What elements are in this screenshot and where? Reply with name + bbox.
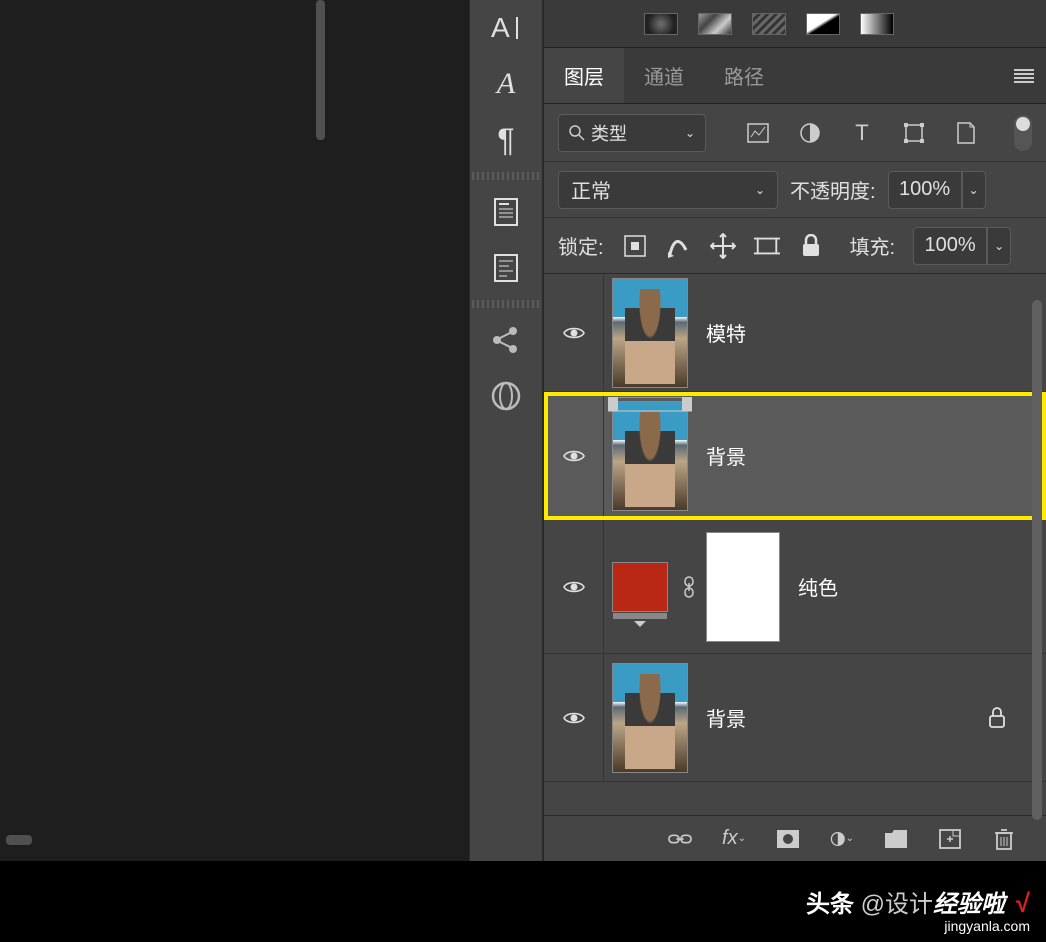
layers-scrollbar[interactable] (1032, 300, 1042, 820)
verified-icon: √ (1016, 888, 1030, 918)
lock-artboard-icon[interactable] (754, 233, 780, 259)
character-icon: A (491, 13, 521, 43)
layers-list: 模特 背景 纯色 (544, 274, 1046, 815)
character-tool[interactable]: A (470, 0, 542, 56)
group-layers-icon[interactable] (884, 827, 908, 851)
properties-icon (493, 253, 519, 283)
filter-smart-icon[interactable] (954, 121, 978, 145)
gradient-linear[interactable] (860, 13, 894, 35)
gradient-radial[interactable] (644, 13, 678, 35)
notes-tool[interactable] (470, 184, 542, 240)
layers-footer-bar: fx⌄ ⌄ (544, 815, 1046, 861)
search-icon (569, 125, 585, 141)
fill-dropdown-arrow[interactable]: ⌄ (987, 227, 1011, 265)
filter-pixel-icon[interactable] (746, 121, 770, 145)
gradient-presets (544, 0, 1046, 48)
layer-item[interactable]: 背景 (544, 654, 1046, 782)
paragraph-tool[interactable]: ¶ (470, 112, 542, 168)
filter-type-dropdown[interactable]: 类型 ⌄ (558, 114, 706, 152)
glyph-tool[interactable]: A (470, 56, 542, 112)
gradient-reflected[interactable] (752, 13, 786, 35)
pilcrow-icon: ¶ (497, 122, 514, 159)
blend-mode-value: 正常 (571, 175, 611, 204)
layer-name: 模特 (706, 318, 746, 347)
new-layer-icon[interactable] (938, 827, 962, 851)
layer-effects-icon[interactable]: fx⌄ (722, 827, 746, 851)
lock-image-icon[interactable] (666, 233, 692, 259)
gradient-diamond[interactable] (806, 13, 840, 35)
tool-panel: A A ¶ (469, 0, 543, 861)
layer-name: 背景 (706, 703, 746, 732)
solid-color-thumbnail[interactable] (612, 562, 668, 612)
filter-label: 类型 (591, 120, 627, 146)
blend-mode-dropdown[interactable]: 正常 ⌄ (558, 171, 778, 209)
tab-paths[interactable]: 路径 (704, 48, 784, 103)
footer-brand: 头条 @设计经验啦 √ (806, 884, 1030, 919)
canvas-area (0, 0, 132, 861)
layer-name: 背景 (706, 441, 746, 470)
opacity-value[interactable]: 100% (888, 171, 962, 209)
opacity-label: 不透明度: (790, 175, 876, 204)
visibility-icon[interactable] (563, 710, 585, 726)
gradient-angle[interactable] (698, 13, 732, 35)
chevron-down-icon: ⌄ (755, 183, 765, 197)
layer-item[interactable]: 背景 (544, 392, 1046, 520)
fill-value[interactable]: 100% (913, 227, 987, 265)
notes-icon (493, 197, 519, 227)
layers-panel: 图层 通道 路径 类型 ⌄ T (543, 0, 1046, 861)
panel-menu-icon[interactable] (1014, 69, 1034, 83)
cloud-icon (491, 381, 521, 411)
fill-label: 填充: (850, 231, 896, 260)
filter-type-icon[interactable]: T (850, 121, 874, 145)
tab-channels[interactable]: 通道 (624, 48, 704, 103)
smart-object-badge (608, 397, 692, 417)
lock-position-icon[interactable] (710, 233, 736, 259)
layer-name: 纯色 (798, 572, 838, 601)
link-layers-icon[interactable] (668, 827, 692, 851)
delete-layer-icon[interactable] (992, 827, 1016, 851)
horizontal-scrollbar-thumb[interactable] (6, 835, 32, 845)
lock-badge-icon[interactable] (988, 707, 1006, 729)
visibility-icon[interactable] (563, 325, 585, 341)
cloud-tool[interactable] (470, 368, 542, 424)
link-icon[interactable] (680, 576, 698, 598)
filter-toggle[interactable] (1014, 115, 1032, 151)
footer-url: jingyanla.com (944, 918, 1030, 934)
filter-shape-icon[interactable] (902, 121, 926, 145)
layer-thumbnail[interactable] (612, 401, 688, 511)
layer-mask-thumbnail[interactable] (706, 532, 780, 642)
visibility-icon[interactable] (563, 579, 585, 595)
share-tool[interactable] (470, 312, 542, 368)
opacity-dropdown-arrow[interactable]: ⌄ (962, 171, 986, 209)
vertical-scrollbar[interactable] (313, 0, 327, 830)
lock-all-icon[interactable] (798, 233, 824, 259)
share-icon (491, 325, 521, 355)
layer-item[interactable]: 模特 (544, 274, 1046, 392)
layer-thumbnail[interactable] (612, 663, 688, 773)
layer-mask-icon[interactable] (776, 827, 800, 851)
lock-label: 锁定: (558, 231, 604, 260)
glyph-icon: A (497, 67, 515, 101)
watermark-footer: 头条 @设计经验啦 √ jingyanla.com (0, 861, 1046, 942)
properties-tool[interactable] (470, 240, 542, 296)
visibility-icon[interactable] (563, 448, 585, 464)
adjustment-layer-icon[interactable]: ⌄ (830, 827, 854, 851)
svg-text:A: A (491, 13, 510, 43)
lock-transparency-icon[interactable] (622, 233, 648, 259)
chevron-down-icon: ⌄ (685, 126, 695, 140)
layer-thumbnail[interactable] (612, 278, 688, 388)
tab-layers[interactable]: 图层 (544, 48, 624, 103)
layer-item[interactable]: 纯色 (544, 520, 1046, 654)
filter-adjustment-icon[interactable] (798, 121, 822, 145)
